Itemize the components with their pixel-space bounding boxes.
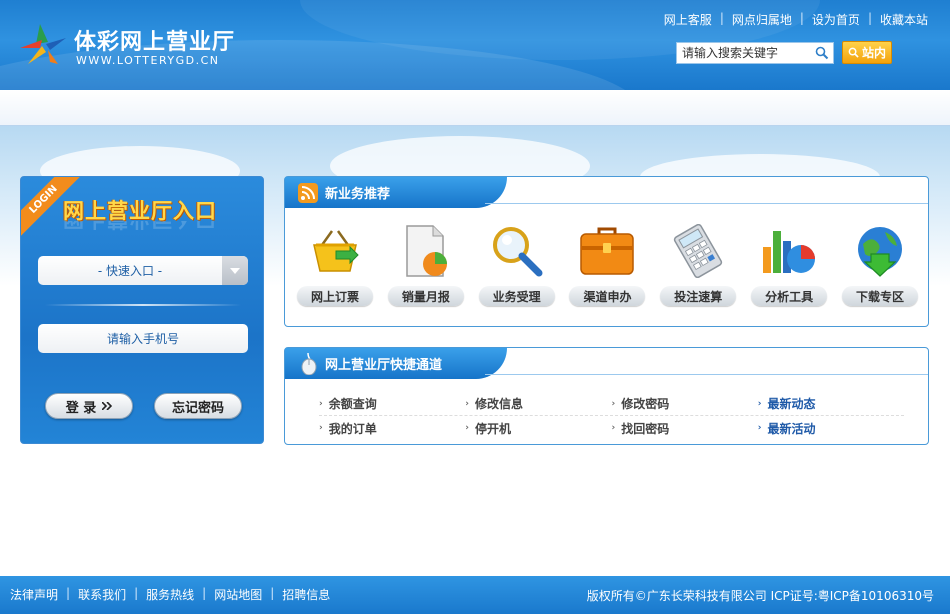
login-button-label: 登 录 [65,400,97,416]
link-separator: | [799,11,804,25]
bullet-arrow-icon: › [757,423,762,433]
link-separator: | [202,586,207,600]
footer-link-hotline[interactable]: 服务热线 [146,586,194,603]
business-item-sales-report[interactable]: 销量月报 [386,222,466,306]
link-separator: | [270,586,275,600]
mouse-icon [297,352,319,375]
business-item-label: 渠道申办 [569,286,646,306]
quick-links: › 余额查询 › 修改信息 › 修改密码 › 最新动态 › 我的订单 › 停开机 › 找回密码… [319,392,904,440]
business-item-label: 业务受理 [478,286,555,306]
business-item-downloads[interactable]: 下载专区 [840,222,920,306]
quick-channel-panel: 网上营业厅快捷通道 › 余额查询 › 修改信息 › 修改密码 › 最新动态 › 我的订单 … [284,347,929,445]
top-link-set-homepage[interactable]: 设为首页 [812,11,860,28]
lottery-logo-icon [20,24,66,64]
bullet-arrow-icon: › [319,398,323,409]
footer-link-jobs[interactable]: 招聘信息 [282,586,330,603]
brand-url: WWW.LOTTERYGD.CN [76,54,220,67]
bullet-arrow-icon: › [757,398,762,409]
business-item-label: 销量月报 [387,286,464,306]
link-latest-news[interactable]: › 最新动态 [758,395,904,412]
magnifier-icon [488,222,546,280]
site-header: 体彩网上营业厅 WWW.LOTTERYGD.CN 网上客服 | 网点归属地 | … [0,0,950,90]
business-item-label: 网上订票 [297,286,373,306]
top-links: 网上客服 | 网点归属地 | 设为首页 | 收藏本站 [664,11,928,28]
forgot-password-button[interactable]: 忘记密码 [154,393,242,419]
new-business-panel: 新业务推荐 网上订票 销量月报 业务受理 渠道申办 投注速算 分析工具 下载专区 [284,176,929,327]
business-item-label: 投注速算 [660,286,737,306]
panel-header: 网上营业厅快捷通道 [285,348,507,379]
rss-icon [297,182,319,204]
business-item-label: 分析工具 [751,286,828,306]
business-item-label: 下载专区 [841,286,918,306]
report-icon [397,222,455,280]
link-my-orders[interactable]: › 我的订单 [319,420,465,437]
nav-strip [0,90,950,126]
briefcase-icon [578,222,636,280]
site-search-label: 站内 [861,46,886,60]
link-latest-activities[interactable]: › 最新活动 [758,420,904,437]
quick-entry-value: - 快速入口 - [97,264,163,278]
footer-link-legal[interactable]: 法律声明 [10,586,58,603]
panel-header-line [485,203,928,204]
download-globe-icon [851,222,909,280]
panel-header-line [485,374,928,375]
bullet-arrow-icon: › [611,398,616,409]
link-recover-password[interactable]: › 找回密码 [612,420,758,437]
bullet-arrow-icon: › [465,398,469,409]
quick-links-row: › 余额查询 › 修改信息 › 修改密码 › 最新动态 [319,392,904,416]
footer-link-sitemap[interactable]: 网站地图 [214,586,262,603]
top-link-bookmark[interactable]: 收藏本站 [880,11,928,28]
link-balance-inquiry[interactable]: › 余额查询 [319,395,465,412]
bullet-arrow-icon: › [319,423,323,433]
magnifier-small-icon [848,47,859,58]
copyright-text: 版权所有©广东长荣科技有限公司 ICP证号:粤ICP备10106310号 [586,589,934,603]
search-input[interactable] [677,43,813,63]
business-item-online-booking[interactable]: 网上订票 [295,222,375,306]
login-panel: LOGIN 网上营业厅入口 网上营业厅入口 - 快速入口 - 登 录 忘记密码 [20,176,264,444]
chart-icon [760,222,818,280]
chevron-down-icon [222,256,248,285]
footer-link-contact[interactable]: 联系我们 [78,586,126,603]
top-link-online-service[interactable]: 网上客服 [664,11,712,28]
quick-links-row: › 我的订单 › 停开机 › 找回密码 › 最新活动 [319,416,904,440]
site-footer: 法律声明 | 联系我们 | 服务热线 | 网站地图 | 招聘信息 版权所有©广东… [0,576,950,614]
business-item-channel-apply[interactable]: 渠道申办 [567,222,647,306]
brand-title: 体彩网上营业厅 [74,30,236,55]
link-suspend-resume[interactable]: › 停开机 [465,420,611,437]
business-item-bet-calc[interactable]: 投注速算 [658,222,738,306]
link-separator: | [66,586,71,600]
link-separator: | [867,11,872,25]
business-item-acceptance[interactable]: 业务受理 [477,222,557,306]
login-button[interactable]: 登 录 [45,393,133,419]
login-title-reflection: 网上营业厅入口 [63,221,217,235]
double-chevron-right-icon [102,402,113,410]
bullet-arrow-icon: › [611,423,616,433]
footer-links: 法律声明 | 联系我们 | 服务热线 | 网站地图 | 招聘信息 [10,586,330,603]
business-items: 网上订票 销量月报 业务受理 渠道申办 投注速算 分析工具 下载专区 [295,222,920,306]
panel-title: 网上营业厅快捷通道 [325,358,443,373]
search-icon[interactable] [813,44,831,62]
forgot-password-label: 忘记密码 [171,400,224,416]
link-separator: | [719,11,724,25]
phone-input[interactable] [38,324,248,353]
link-change-password[interactable]: › 修改密码 [612,395,758,412]
business-item-analysis-tools[interactable]: 分析工具 [749,222,829,306]
basket-icon [306,222,364,280]
panel-title: 新业务推荐 [325,187,391,202]
site-search-button[interactable]: 站内 [842,41,892,64]
bullet-arrow-icon: › [465,423,469,433]
link-separator: | [134,586,139,600]
quick-entry-select[interactable]: - 快速入口 - [38,256,248,285]
top-link-outlet-location[interactable]: 网点归属地 [732,11,792,28]
panel-header: 新业务推荐 [285,177,507,208]
search-box [676,42,834,64]
link-edit-info[interactable]: › 修改信息 [465,395,611,412]
calculator-icon [669,222,727,280]
login-divider [45,304,241,306]
